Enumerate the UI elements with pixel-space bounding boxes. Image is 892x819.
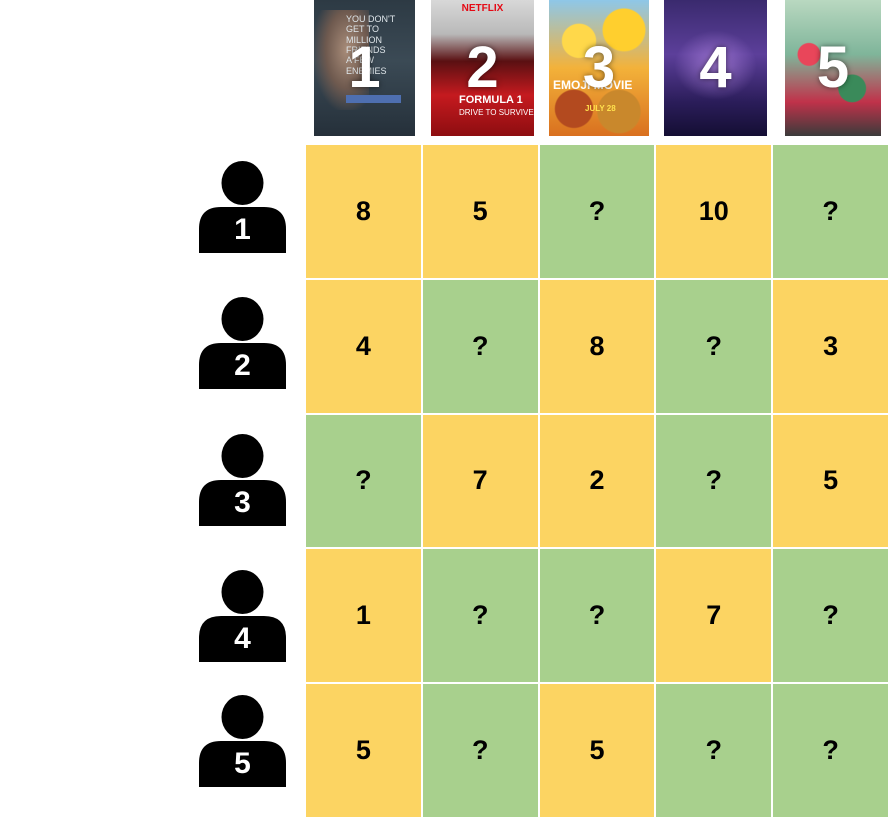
user-number: 1 (234, 213, 251, 246)
rating-cell: 5 (539, 684, 655, 817)
rating-cell: ? (422, 549, 538, 683)
rating-cell: ? (773, 684, 888, 817)
movie-poster-4: 4 (664, 0, 767, 136)
user-number: 2 (234, 349, 251, 382)
user-1: 1 (199, 161, 286, 253)
poster-number: 4 (699, 35, 732, 100)
poster-number: 5 (816, 35, 850, 100)
rating-cell: ? (656, 414, 772, 548)
rating-cell: ? (539, 145, 655, 278)
rating-cell: 5 (306, 684, 421, 817)
rating-cell: 2 (539, 414, 655, 548)
movie-poster-3: EMOJI MOVIE JULY 28 3 (549, 0, 649, 136)
rating-cell: ? (656, 684, 772, 817)
rating-cell: ? (773, 549, 888, 683)
rating-cell: ? (773, 145, 888, 278)
user-number: 5 (234, 747, 251, 780)
movie-poster-2: NETFLIX FORMULA 1 DRIVE TO SURVIVE 2 (431, 0, 534, 136)
rating-cell: 7 (422, 414, 538, 548)
rating-cell: 1 (306, 549, 421, 683)
user-5: 5 (199, 695, 286, 787)
user-number: 3 (234, 486, 251, 519)
rating-cell: ? (422, 279, 538, 413)
rating-cell: ? (306, 414, 421, 548)
rating-cell: 3 (773, 279, 888, 413)
rating-cell: 8 (539, 279, 655, 413)
rating-cell: 5 (773, 414, 888, 548)
rating-cell: 8 (306, 145, 421, 278)
rating-cell: ? (539, 549, 655, 683)
poster-number: 1 (348, 35, 381, 100)
user-2: 2 (199, 297, 286, 389)
movie-poster-5: 5 (785, 0, 881, 136)
poster-number: 2 (466, 35, 499, 100)
user-3: 3 (199, 434, 286, 526)
rating-cell: 7 (656, 549, 772, 683)
user-4: 4 (199, 570, 286, 662)
ratings-matrix: 8 5 ? 10 ? 4 ? 8 ? 3 ? 7 2 ? 5 1 ? ? 7 ?… (306, 145, 888, 817)
rating-cell: 10 (656, 145, 772, 278)
rating-cell: 4 (306, 279, 421, 413)
rating-cell: ? (656, 279, 772, 413)
rating-cell: ? (422, 684, 538, 817)
movie-poster-1: YOU DON'T GET TO MILLION FRIENDS A FEW E… (314, 0, 415, 136)
poster-2-subtitle: DRIVE TO SURVIVE (459, 108, 534, 117)
user-number: 4 (234, 622, 251, 655)
poster-number: 3 (582, 35, 616, 100)
poster-2-brand: NETFLIX (461, 3, 504, 14)
poster-3-date: JULY 28 (585, 104, 616, 113)
rating-cell: 5 (422, 145, 538, 278)
